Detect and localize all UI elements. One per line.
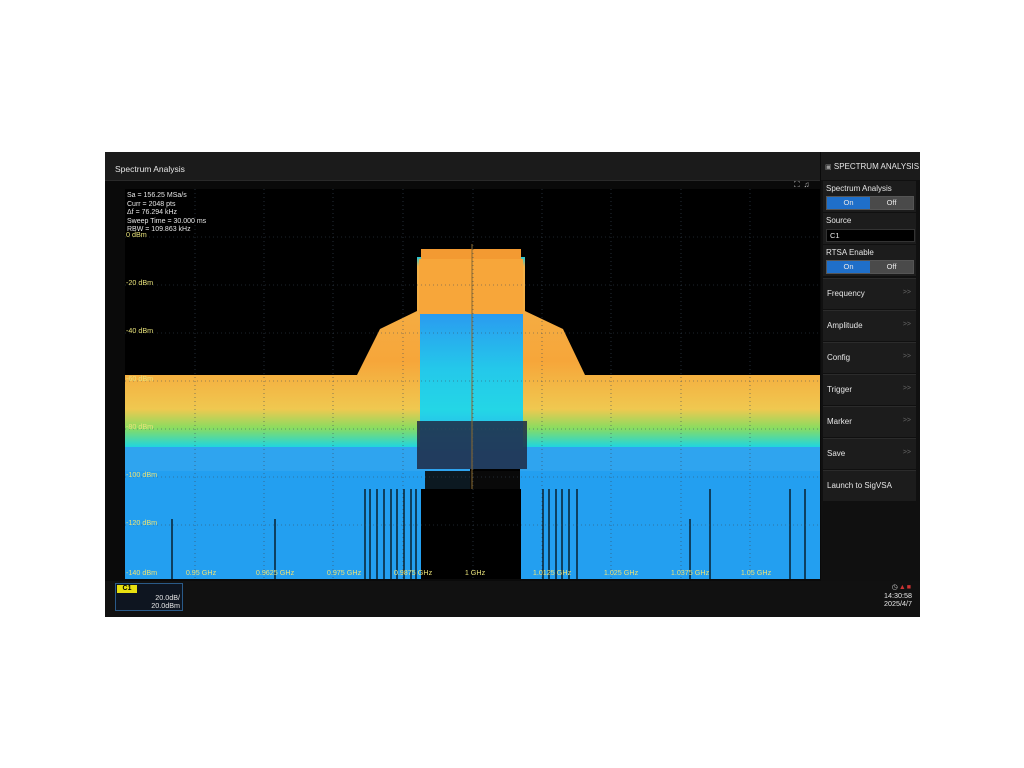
channel-descriptor[interactable]: C1 20.0dB/ 20.0dBm: [115, 583, 183, 611]
x-tick-label: 0.9625 GHz: [255, 568, 295, 577]
channel-offset: 20.0dBm: [151, 601, 180, 610]
channel-tag: C1: [117, 585, 137, 593]
title-bar: Spectrum Analysis: [105, 152, 820, 181]
sample-rate-text: Sa = 156.25 MSa/s: [127, 192, 187, 199]
clock[interactable]: ◷▲■ 14:30:58 2025/4/7: [884, 584, 912, 608]
x-tick-label: 0.95 GHz: [185, 568, 217, 577]
spectrum-analysis-sidebar: ▣ SPECTRUM ANALYSIS Spectrum Analysis On…: [821, 152, 920, 581]
spectrum-analysis-toggle[interactable]: On Off: [826, 196, 914, 210]
sidebar-title: ▣ SPECTRUM ANALYSIS: [825, 162, 920, 171]
menu-label: Config: [827, 353, 851, 362]
x-tick-label: 1 GHz: [464, 568, 486, 577]
chevron-right-icon: >>: [902, 353, 911, 360]
x-tick-label: 1.0125 GHz: [532, 568, 572, 577]
lock-icon: ■: [906, 584, 912, 591]
chevron-right-icon: >>: [902, 385, 911, 392]
spectrum-analysis-on[interactable]: On: [827, 197, 870, 209]
status-bar: C1 20.0dB/ 20.0dBm ◷▲■ 14:30:58 2025/4/7: [105, 581, 920, 617]
spectrum-analysis-section: Spectrum Analysis On Off: [823, 181, 916, 212]
chevron-right-icon: >>: [902, 321, 911, 328]
note-icon[interactable]: ♫: [804, 180, 814, 189]
fullscreen-icon[interactable]: ⛶: [794, 180, 804, 189]
x-tick-label: 0.975 GHz: [326, 568, 362, 577]
clock-date: 2025/4/7: [884, 599, 912, 608]
menu-trigger[interactable]: Trigger >>: [823, 374, 916, 405]
menu-config[interactable]: Config >>: [823, 342, 916, 373]
window-title: Spectrum Analysis: [115, 164, 185, 174]
sweep-time-text: Sweep Time = 30.000 ms: [127, 217, 207, 225]
spectrum-analysis-label: Spectrum Analysis: [826, 184, 892, 193]
sidebar-header: ▣ SPECTRUM ANALYSIS: [821, 152, 920, 180]
menu-launch-sigvsa[interactable]: Launch to SigVSA: [823, 470, 916, 501]
chevron-right-icon: >>: [902, 289, 911, 296]
rtsa-on[interactable]: On: [827, 261, 870, 273]
menu-label: Amplitude: [827, 321, 863, 330]
lock-icon: ▣: [825, 164, 832, 171]
y-tick-label: -140 dBm: [126, 568, 158, 577]
y-tick-label: 0 dBm: [126, 230, 147, 239]
oscilloscope-screen: Spectrum Analysis ⛶♫ Sa = 156.25 MSa/s C…: [105, 152, 920, 617]
x-tick-label: 0.9875 GHz: [393, 568, 433, 577]
spectrum-analysis-off[interactable]: Off: [870, 197, 913, 209]
menu-marker[interactable]: Marker >>: [823, 406, 916, 437]
rtsa-off[interactable]: Off: [870, 261, 913, 273]
delta-f-text: Δf = 76.294 kHz: [127, 209, 178, 217]
y-tick-label: -120 dBm: [126, 518, 158, 527]
menu-label: Launch to SigVSA: [827, 481, 892, 490]
warning-icon: ▲: [898, 584, 907, 591]
source-section: Source C1: [823, 213, 916, 244]
chevron-right-icon: >>: [902, 449, 911, 456]
current-points-text: Curr = 2048 pts: [127, 200, 176, 208]
x-tick-label: 1.0375 GHz: [670, 568, 710, 577]
source-label: Source: [826, 216, 852, 225]
source-select[interactable]: C1: [826, 229, 915, 242]
menu-save[interactable]: Save >>: [823, 438, 916, 469]
menu-label: Trigger: [827, 385, 853, 394]
chevron-right-icon: >>: [902, 417, 911, 424]
y-tick-label: -80 dBm: [126, 422, 154, 431]
spectrum-plot[interactable]: Sa = 156.25 MSa/s Curr = 2048 pts Δf = 7…: [125, 189, 820, 579]
rtsa-label: RTSA Enable: [826, 248, 874, 257]
menu-label: Marker: [827, 417, 852, 426]
rtsa-toggle[interactable]: On Off: [826, 260, 914, 274]
x-tick-label: 1.025 GHz: [603, 568, 639, 577]
y-tick-label: -60 dBm: [126, 374, 154, 383]
menu-amplitude[interactable]: Amplitude >>: [823, 310, 916, 341]
x-tick-label: 1.05 GHz: [740, 568, 772, 577]
menu-label: Save: [827, 449, 846, 458]
y-tick-label: -20 dBm: [126, 278, 154, 287]
spectrum-graphic: [125, 189, 820, 579]
menu-label: Frequency: [827, 289, 865, 298]
y-tick-label: -100 dBm: [126, 470, 158, 479]
menu-frequency[interactable]: Frequency >>: [823, 278, 916, 309]
clock-icon: ◷: [891, 584, 899, 591]
rtsa-section: RTSA Enable On Off: [823, 245, 916, 276]
y-tick-label: -40 dBm: [126, 326, 154, 335]
